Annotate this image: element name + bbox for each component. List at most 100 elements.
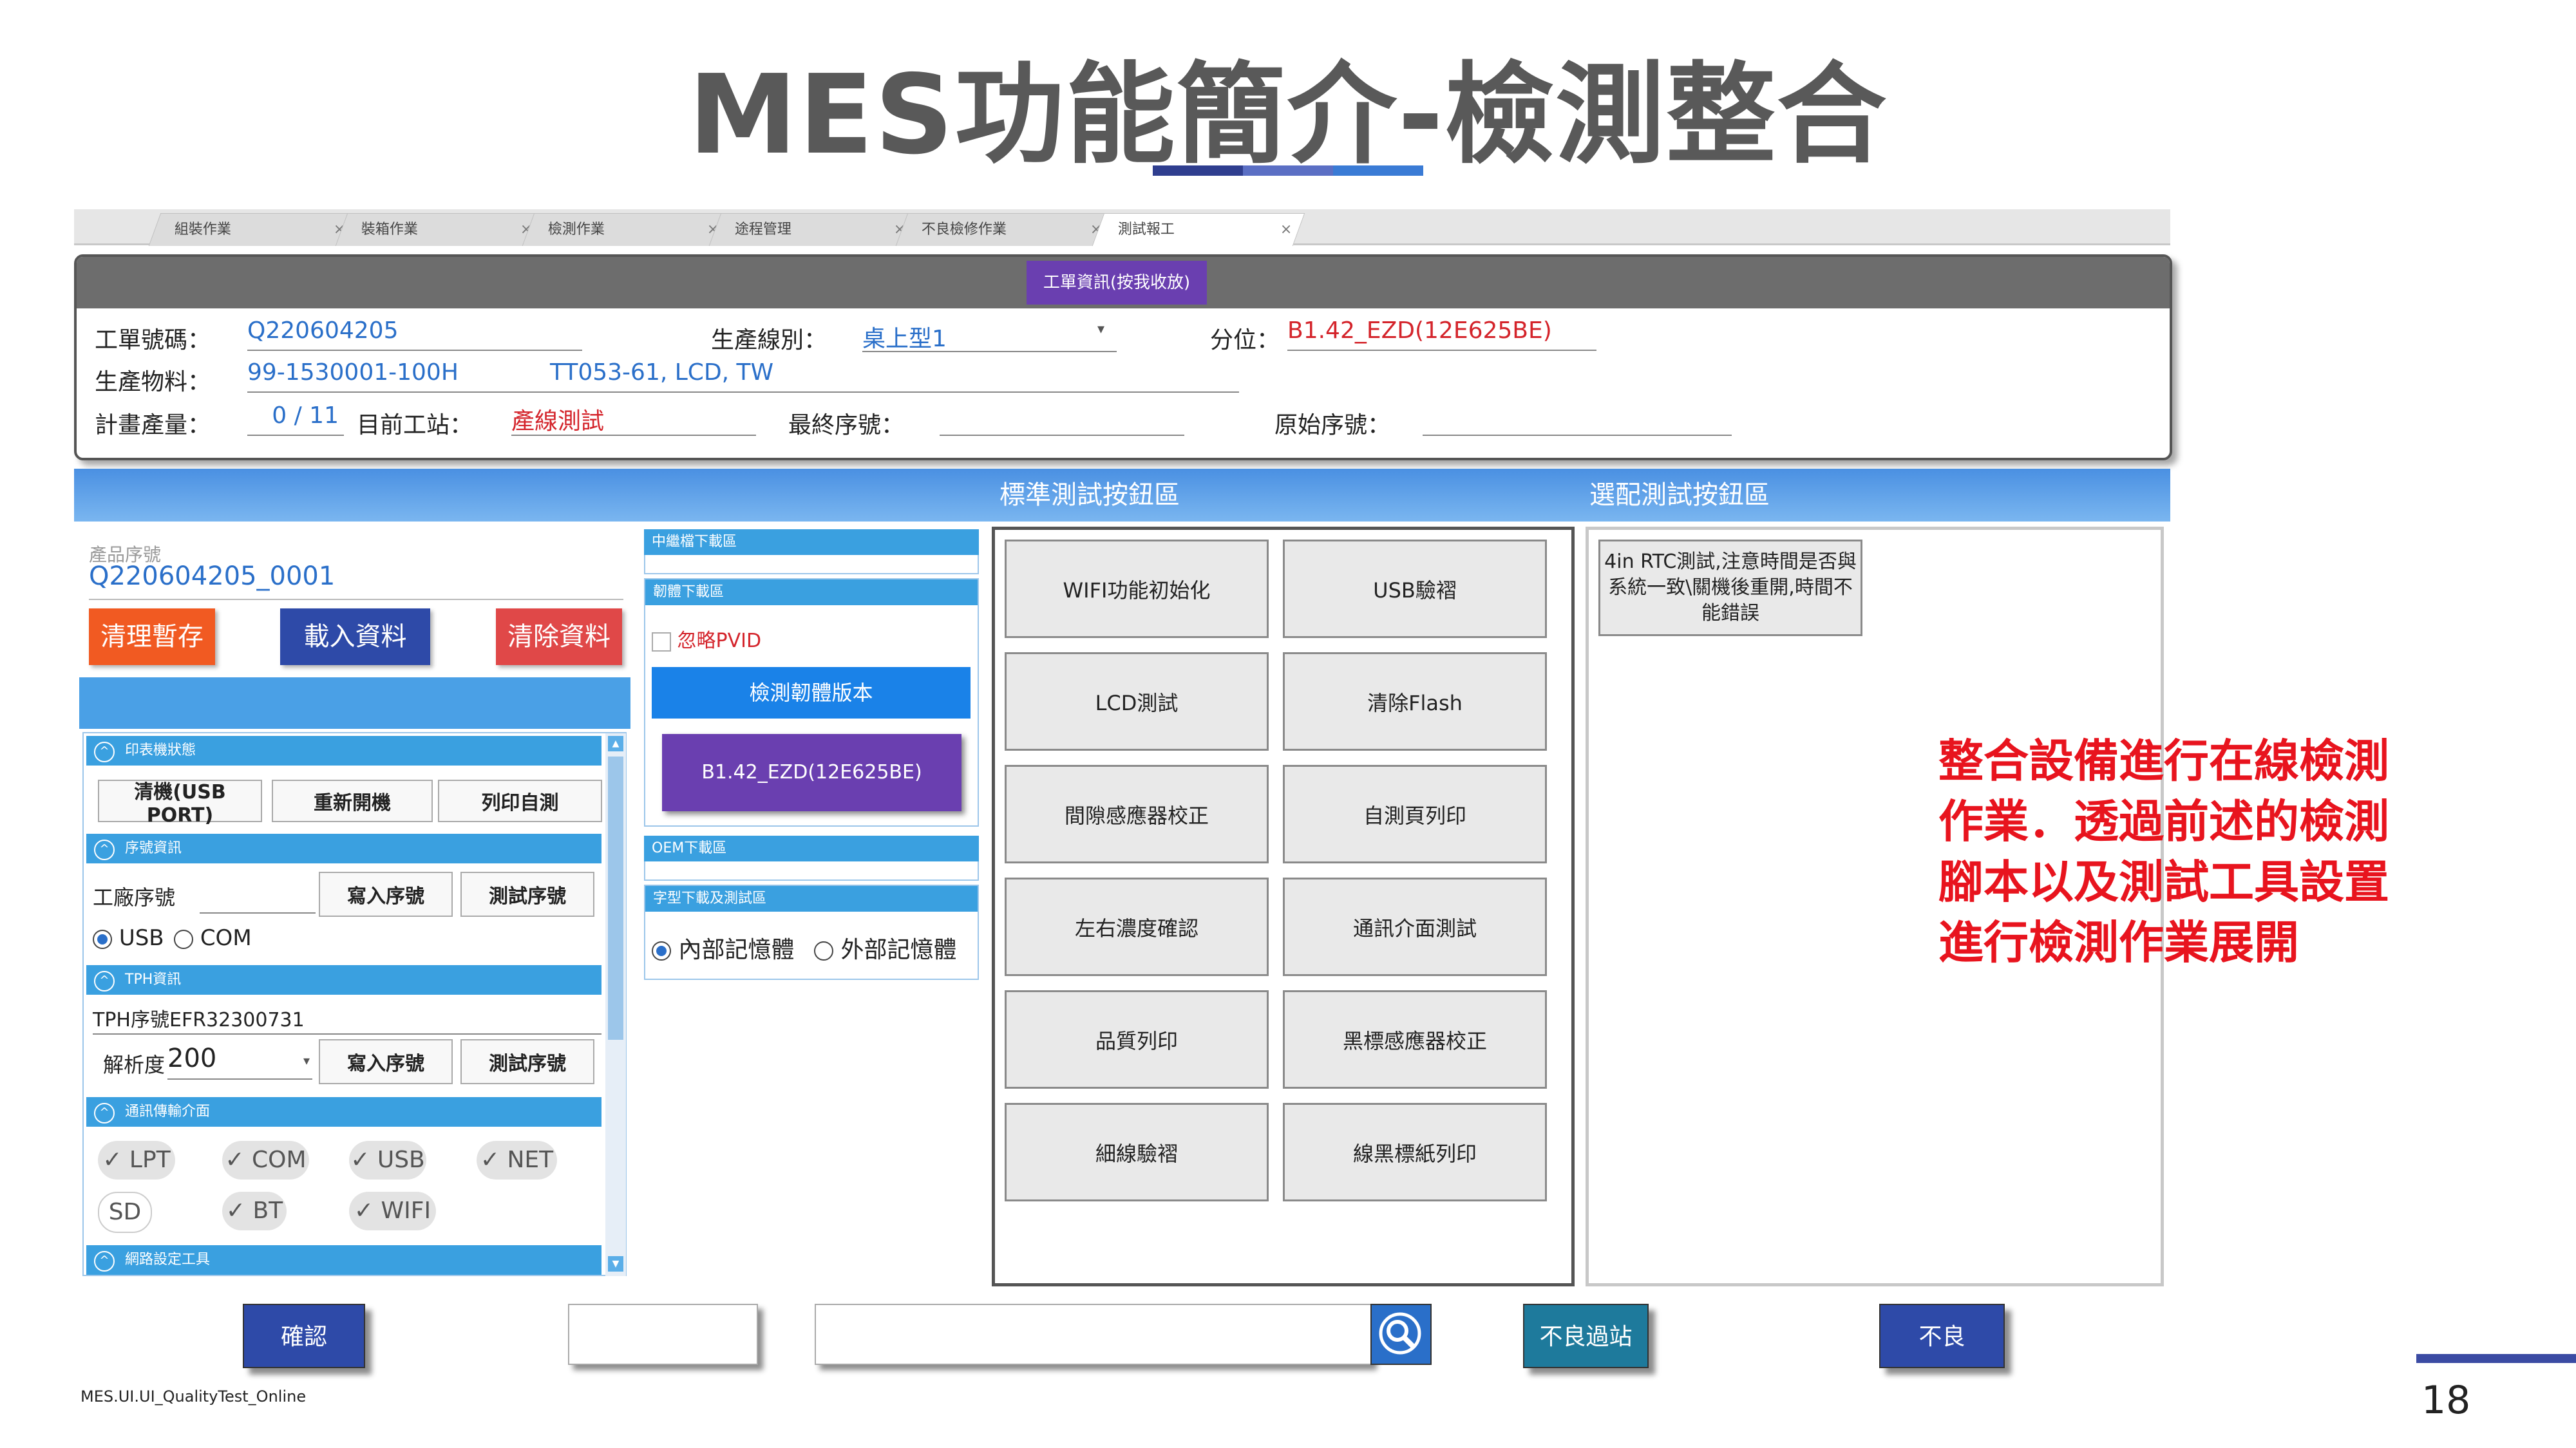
- test-button-thin-line[interactable]: 細線驗褶: [1005, 1103, 1269, 1201]
- tph-sn-label: TPH序號: [93, 1009, 169, 1031]
- com-radio[interactable]: COM: [174, 925, 252, 951]
- title-accent-mid: [1243, 165, 1333, 176]
- test-button-clear-flash[interactable]: 清除Flash: [1283, 652, 1547, 751]
- title-accent-left: [1153, 165, 1243, 176]
- search-input[interactable]: [815, 1304, 1372, 1365]
- ignore-pvid-checkbox[interactable]: 忽略PVID: [652, 625, 761, 653]
- standard-test-panel: WIFI功能初始化 USB驗褶 LCD測試 清除Flash 間隙感應器校正 自測…: [992, 527, 1575, 1286]
- com-radio-label: COM: [200, 925, 252, 951]
- comm-section-header[interactable]: ^ 通訊傳輸介面: [86, 1097, 601, 1127]
- clear-usb-button[interactable]: 清機(USB PORT): [98, 780, 262, 827]
- firmware-version-button[interactable]: B1.42_EZD(12E625BE): [662, 734, 961, 811]
- search-button[interactable]: [1370, 1304, 1432, 1365]
- clear-cache-button[interactable]: 清理暫存: [89, 608, 215, 665]
- chip-label: LPT: [129, 1147, 171, 1173]
- test-button-rtc[interactable]: 4in RTC測試,注意時間是否與系統一致\關機後重開,時間不能錯誤: [1598, 540, 1862, 636]
- scroll-down-icon[interactable]: ▼: [608, 1256, 623, 1272]
- chevron-up-icon: ^: [94, 1103, 115, 1124]
- chip-label: COM: [252, 1147, 307, 1173]
- reject-button[interactable]: 不良: [1879, 1304, 2005, 1368]
- internal-memory-radio[interactable]: 內部記憶體: [652, 931, 794, 964]
- position-field[interactable]: B1.42_EZD(12E625BE): [1287, 317, 1596, 351]
- resolution-select[interactable]: 200 ▾: [167, 1044, 312, 1080]
- write-sn-button-tph[interactable]: 寫入序號: [319, 1039, 453, 1084]
- external-memory-radio[interactable]: 外部記憶體: [814, 931, 956, 964]
- network-section-header[interactable]: ^ 網路設定工具: [86, 1245, 601, 1275]
- material-desc-field[interactable]: TT053-61, LCD, TW: [550, 359, 1239, 393]
- test-sn-button[interactable]: 測試序號: [460, 872, 594, 917]
- reject-pass-button[interactable]: 不良過站: [1523, 1304, 1649, 1368]
- firmware-download-panel: 韌體下載區 忽略PVID 檢測韌體版本 B1.42_EZD(12E625BE): [644, 578, 979, 827]
- bottom-blank-field[interactable]: [568, 1304, 758, 1365]
- page-number: 18: [2421, 1378, 2471, 1423]
- serial-field[interactable]: Q220604205_0001: [89, 561, 623, 600]
- printer-section-header[interactable]: ^ 印表機狀態: [86, 736, 601, 766]
- net-toggle[interactable]: ✓ NET: [477, 1141, 557, 1180]
- tph-section-header[interactable]: ^ TPH資訊: [86, 965, 601, 995]
- orig-sn-field[interactable]: [1423, 402, 1732, 436]
- serial-section-header[interactable]: ^ 序號資訊: [86, 834, 601, 863]
- test-button-black-mark-print[interactable]: 線黑標紙列印: [1283, 1103, 1547, 1201]
- test-button-comm[interactable]: 通訊介面測試: [1283, 878, 1547, 976]
- check-firmware-button[interactable]: 檢測韌體版本: [652, 667, 971, 719]
- factory-sn-field[interactable]: [200, 912, 316, 914]
- section-title: 通訊傳輸介面: [125, 1104, 211, 1120]
- resolution-label: 解析度: [103, 1053, 166, 1077]
- scrollbar[interactable]: ▲ ▼: [605, 733, 626, 1276]
- tab-label: 途程管理: [734, 221, 791, 238]
- lpt-toggle[interactable]: ✓ LPT: [98, 1141, 175, 1180]
- tab-label: 裝箱作業: [361, 221, 418, 238]
- com-toggle[interactable]: ✓ COM: [222, 1141, 309, 1180]
- close-icon[interactable]: ×: [1280, 214, 1291, 246]
- confirm-button[interactable]: 確認: [243, 1304, 365, 1368]
- test-button-quality-print[interactable]: 品質列印: [1005, 990, 1269, 1089]
- internal-memory-label: 內部記憶體: [678, 937, 795, 963]
- scroll-up-icon[interactable]: ▲: [608, 736, 623, 751]
- left-scroll-panel: ▲ ▼ ^ 印表機狀態 清機(USB PORT) 重新開機 列印自測 ^ 序號資訊 …: [82, 732, 627, 1276]
- wifi-toggle[interactable]: ✓ WIFI: [349, 1192, 436, 1230]
- tab-routing[interactable]: 途程管理 ×: [708, 213, 919, 246]
- tab-inspection[interactable]: 檢測作業 ×: [522, 213, 732, 246]
- oem-download-header: OEM下載區: [644, 836, 979, 861]
- bt-toggle[interactable]: ✓ BT: [222, 1192, 287, 1230]
- test-button-selftest-print[interactable]: 自測頁列印: [1283, 765, 1547, 863]
- radio-checked-icon: [652, 941, 671, 961]
- tab-label: 不良檢修作業: [921, 221, 1007, 238]
- usb-radio[interactable]: USB: [93, 925, 164, 951]
- work-order-field[interactable]: Q220604205: [247, 317, 582, 351]
- material-field[interactable]: 99-1530001-100H: [247, 359, 556, 393]
- sd-toggle[interactable]: SD: [98, 1192, 152, 1233]
- clear-data-button[interactable]: 清除資料: [496, 608, 622, 665]
- radio-unchecked-icon: [814, 941, 833, 961]
- chevron-up-icon: ^: [94, 840, 115, 860]
- load-data-button[interactable]: 載入資料: [280, 608, 430, 665]
- write-sn-button[interactable]: 寫入序號: [319, 872, 453, 917]
- chevron-down-icon[interactable]: ▾: [1097, 321, 1104, 337]
- tab-repair[interactable]: 不良檢修作業 ×: [895, 213, 1115, 246]
- tab-packing[interactable]: 裝箱作業 ×: [335, 213, 545, 246]
- print-selftest-button[interactable]: 列印自測: [438, 780, 602, 822]
- test-button-wifi-init[interactable]: WIFI功能初始化: [1005, 540, 1269, 638]
- toggle-work-order-button[interactable]: 工單資訊(按我收放): [1027, 261, 1207, 305]
- line-select[interactable]: 桌上型1: [862, 320, 1117, 352]
- station-field[interactable]: 產線測試: [511, 402, 756, 436]
- chip-label: WIFI: [381, 1198, 431, 1224]
- reboot-button[interactable]: 重新開機: [272, 780, 433, 822]
- tab-assembly[interactable]: 組裝作業 ×: [148, 213, 359, 246]
- chevron-up-icon: ^: [94, 1251, 115, 1272]
- test-button-usb-check[interactable]: USB驗褶: [1283, 540, 1547, 638]
- test-sn-button-tph[interactable]: 測試序號: [460, 1039, 594, 1084]
- test-button-gap-sensor[interactable]: 間隙感應器校正: [1005, 765, 1269, 863]
- test-button-density[interactable]: 左右濃度確認: [1005, 878, 1269, 976]
- usb-toggle[interactable]: ✓ USB: [349, 1141, 426, 1180]
- test-button-lcd[interactable]: LCD測試: [1005, 652, 1269, 751]
- chip-label: BT: [252, 1198, 283, 1224]
- font-download-header: 字型下載及測試區: [645, 886, 978, 912]
- scroll-thumb[interactable]: [608, 757, 623, 1040]
- plan-qty-field[interactable]: 0 / 11: [247, 402, 344, 436]
- tph-sn-value[interactable]: EFR32300731: [169, 1009, 305, 1031]
- test-button-black-mark-sensor[interactable]: 黑標感應器校正: [1283, 990, 1547, 1089]
- section-title: TPH資訊: [125, 972, 182, 988]
- tab-test-report[interactable]: 測試報工 ×: [1092, 213, 1305, 246]
- final-sn-field[interactable]: [940, 402, 1184, 436]
